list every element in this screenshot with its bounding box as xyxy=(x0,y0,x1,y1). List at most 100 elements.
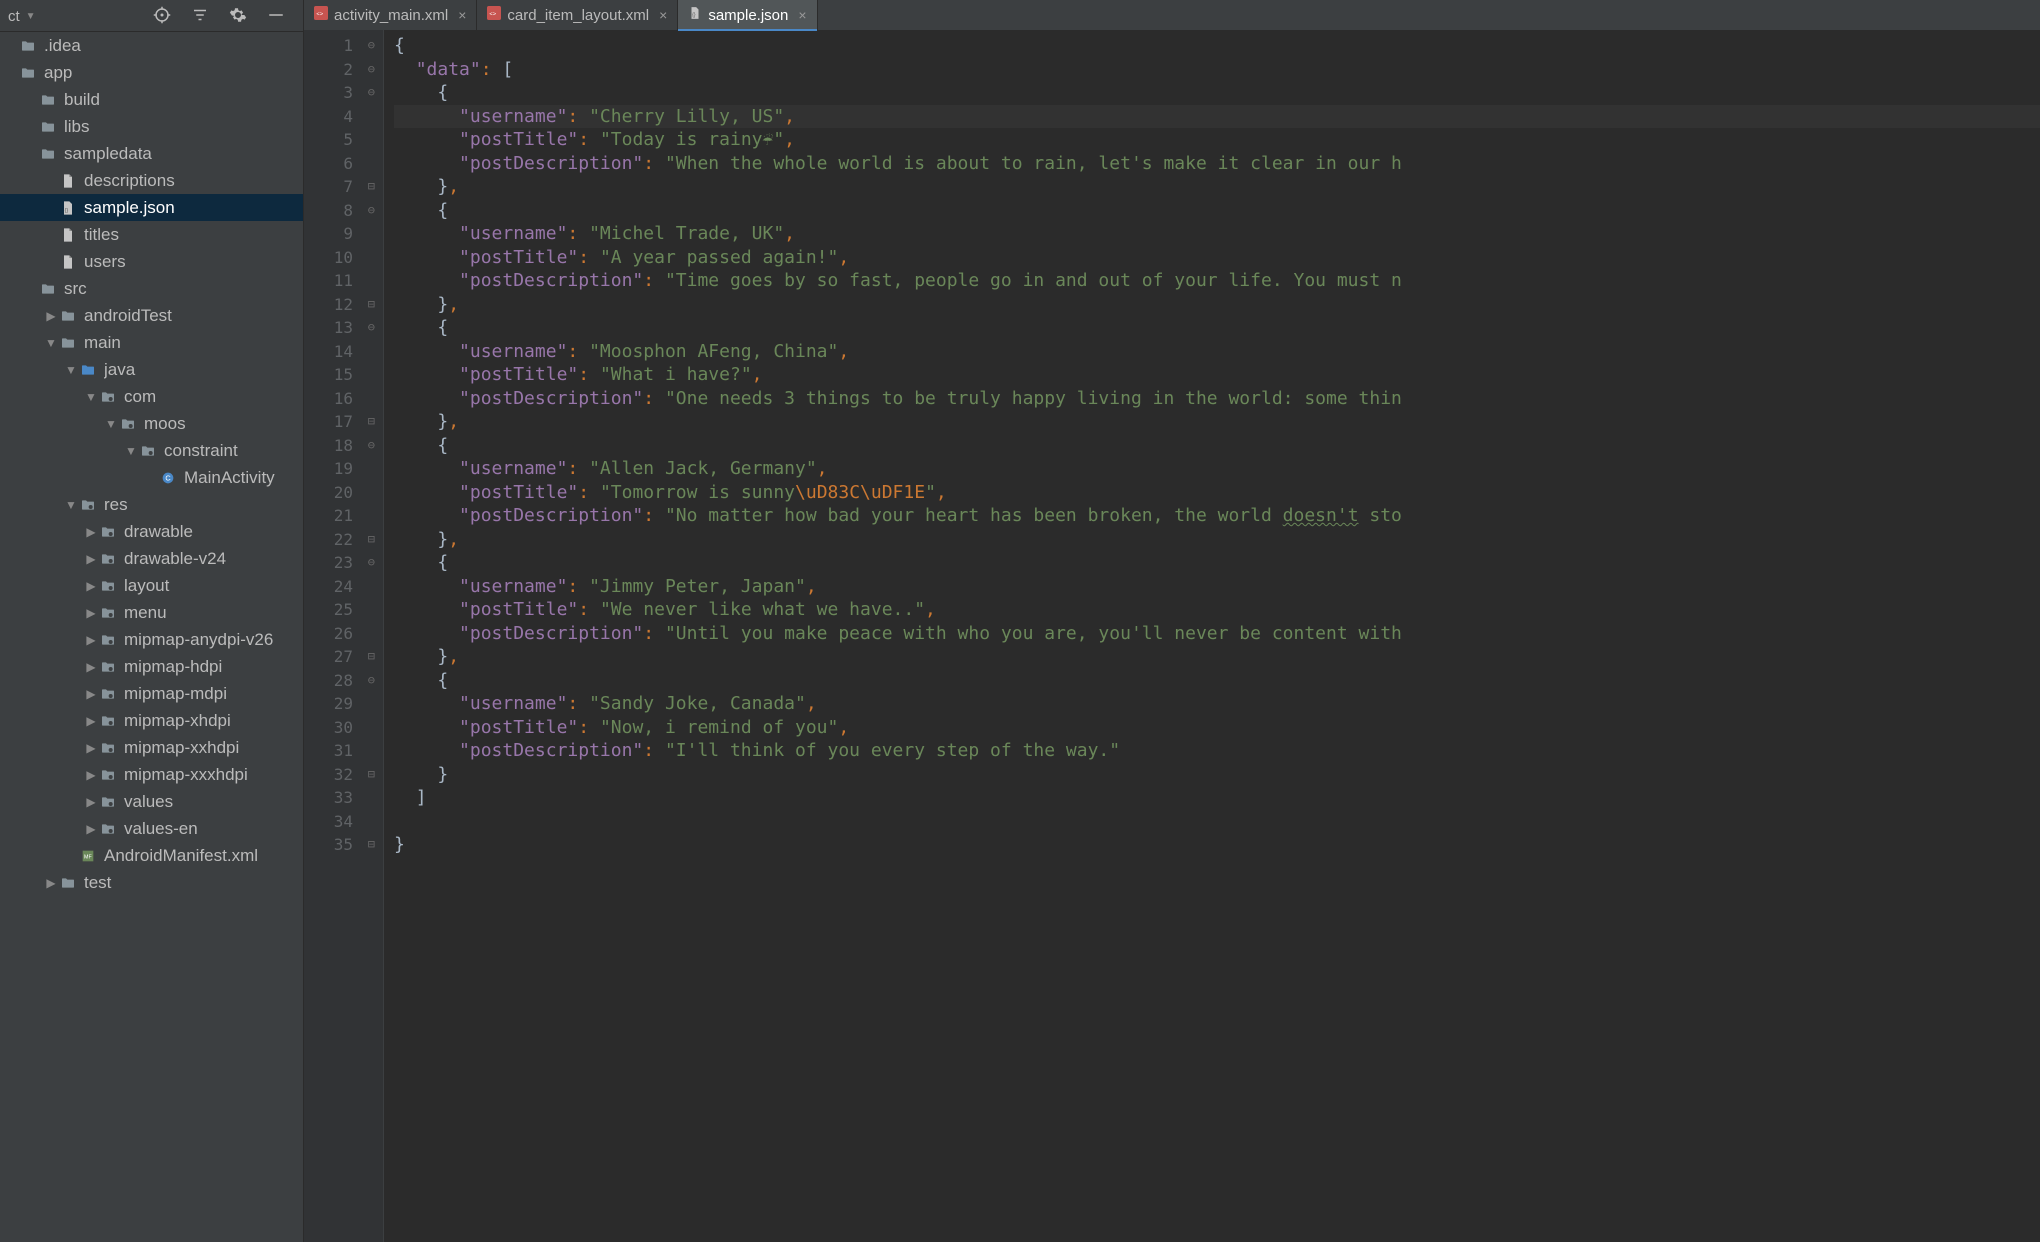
fold-marker[interactable]: ⊟ xyxy=(368,293,375,317)
tree-item-sample-json[interactable]: {}sample.json xyxy=(0,194,303,221)
code-line[interactable]: }, xyxy=(394,175,2040,199)
tree-item-users[interactable]: users xyxy=(0,248,303,275)
fold-marker[interactable]: ⊟ xyxy=(368,528,375,552)
chevron-icon[interactable] xyxy=(104,417,118,431)
chevron-icon[interactable] xyxy=(84,741,98,755)
code-line[interactable]: }, xyxy=(394,410,2040,434)
filter-icon[interactable] xyxy=(191,6,209,28)
code-line[interactable]: }, xyxy=(394,528,2040,552)
tree-item-moos[interactable]: moos xyxy=(0,410,303,437)
fold-marker[interactable]: ⊖ xyxy=(368,669,375,693)
tree-item-test[interactable]: test xyxy=(0,869,303,896)
fold-marker[interactable]: ⊖ xyxy=(368,81,375,105)
gear-icon[interactable] xyxy=(229,6,247,28)
code-line[interactable]: "postTitle": "We never like what we have… xyxy=(394,598,2040,622)
chevron-icon[interactable] xyxy=(84,660,98,674)
code-line[interactable]: "data": [ xyxy=(394,58,2040,82)
code-line[interactable]: "postTitle": "Tomorrow is sunny\uD83C\uD… xyxy=(394,481,2040,505)
chevron-icon[interactable] xyxy=(84,822,98,836)
tree-item-titles[interactable]: titles xyxy=(0,221,303,248)
code-line[interactable]: "postDescription": "No matter how bad yo… xyxy=(394,504,2040,528)
tree-item-build[interactable]: build xyxy=(0,86,303,113)
chevron-icon[interactable] xyxy=(84,633,98,647)
code-line[interactable]: { xyxy=(394,199,2040,223)
project-sidebar[interactable]: ct ▼ .ideaappbuildlibssampledatadescript… xyxy=(0,0,304,1242)
code-line[interactable]: } xyxy=(394,833,2040,857)
code-line[interactable]: } xyxy=(394,763,2040,787)
code-line[interactable]: ] xyxy=(394,786,2040,810)
fold-marker[interactable]: ⊖ xyxy=(368,316,375,340)
chevron-icon[interactable] xyxy=(64,363,78,377)
target-icon[interactable] xyxy=(153,6,171,28)
code-line[interactable]: { xyxy=(394,316,2040,340)
tree-item-app[interactable]: app xyxy=(0,59,303,86)
tree-item-sampledata[interactable]: sampledata xyxy=(0,140,303,167)
tree-item-values-en[interactable]: values-en xyxy=(0,815,303,842)
tree-item-mipmap-anydpi-v26[interactable]: mipmap-anydpi-v26 xyxy=(0,626,303,653)
chevron-down-icon[interactable]: ▼ xyxy=(26,11,36,22)
code-line[interactable]: "postDescription": "I'll think of you ev… xyxy=(394,739,2040,763)
code-line[interactable]: "postDescription": "Until you make peace… xyxy=(394,622,2040,646)
code-line[interactable]: { xyxy=(394,81,2040,105)
fold-marker[interactable]: ⊟ xyxy=(368,175,375,199)
code-line[interactable]: }, xyxy=(394,645,2040,669)
fold-marker[interactable]: ⊟ xyxy=(368,645,375,669)
code-line[interactable]: "postTitle": "A year passed again!", xyxy=(394,246,2040,270)
chevron-icon[interactable] xyxy=(84,714,98,728)
fold-marker[interactable]: ⊖ xyxy=(368,34,375,58)
tree-item-androidmanifest-xml[interactable]: MFAndroidManifest.xml xyxy=(0,842,303,869)
code-line[interactable]: { xyxy=(394,551,2040,575)
tree-item-mainactivity[interactable]: CMainActivity xyxy=(0,464,303,491)
fold-marker[interactable]: ⊟ xyxy=(368,410,375,434)
chevron-icon[interactable] xyxy=(84,768,98,782)
tree-item-res[interactable]: res xyxy=(0,491,303,518)
code-line[interactable]: "username": "Allen Jack, Germany", xyxy=(394,457,2040,481)
tree-item-constraint[interactable]: constraint xyxy=(0,437,303,464)
code-line[interactable]: "username": "Michel Trade, UK", xyxy=(394,222,2040,246)
fold-marker[interactable]: ⊖ xyxy=(368,551,375,575)
code-line[interactable]: "postTitle": "What i have?", xyxy=(394,363,2040,387)
code-line[interactable]: { xyxy=(394,434,2040,458)
collapse-icon[interactable] xyxy=(267,6,285,28)
fold-marker[interactable]: ⊟ xyxy=(368,763,375,787)
tree-item-values[interactable]: values xyxy=(0,788,303,815)
tree-item-layout[interactable]: layout xyxy=(0,572,303,599)
code-line[interactable]: "postDescription": "One needs 3 things t… xyxy=(394,387,2040,411)
close-icon[interactable]: × xyxy=(794,7,806,23)
editor-body[interactable]: 1234567891011121314151617181920212223242… xyxy=(304,30,2040,1242)
code-line[interactable] xyxy=(394,810,2040,834)
chevron-icon[interactable] xyxy=(84,525,98,539)
code-line[interactable]: { xyxy=(394,669,2040,693)
code-line[interactable]: "postDescription": "Time goes by so fast… xyxy=(394,269,2040,293)
close-icon[interactable]: × xyxy=(454,7,466,23)
chevron-icon[interactable] xyxy=(44,876,58,890)
code-line[interactable]: "postDescription": "When the whole world… xyxy=(394,152,2040,176)
tab-activity-main-xml[interactable]: <>activity_main.xml× xyxy=(304,0,477,30)
tree-item--idea[interactable]: .idea xyxy=(0,32,303,59)
code-area[interactable]: { "data": [ { "username": "Cherry Lilly,… xyxy=(384,30,2040,1242)
fold-marker[interactable]: ⊖ xyxy=(368,58,375,82)
tree-item-mipmap-mdpi[interactable]: mipmap-mdpi xyxy=(0,680,303,707)
code-line[interactable]: "postTitle": "Now, i remind of you", xyxy=(394,716,2040,740)
tree-item-androidtest[interactable]: androidTest xyxy=(0,302,303,329)
chevron-icon[interactable] xyxy=(84,552,98,566)
tree-item-descriptions[interactable]: descriptions xyxy=(0,167,303,194)
chevron-icon[interactable] xyxy=(84,687,98,701)
chevron-icon[interactable] xyxy=(44,336,58,350)
tree-item-drawable-v24[interactable]: drawable-v24 xyxy=(0,545,303,572)
code-line[interactable]: "username": "Sandy Joke, Canada", xyxy=(394,692,2040,716)
code-line[interactable]: "postTitle": "Today is rainy☔", xyxy=(394,128,2040,152)
tree-item-libs[interactable]: libs xyxy=(0,113,303,140)
code-line[interactable]: "username": "Moosphon AFeng, China", xyxy=(394,340,2040,364)
chevron-icon[interactable] xyxy=(64,498,78,512)
tree-item-java[interactable]: java xyxy=(0,356,303,383)
chevron-icon[interactable] xyxy=(44,309,58,323)
tab-sample-json[interactable]: {}sample.json× xyxy=(678,0,817,30)
chevron-icon[interactable] xyxy=(124,444,138,458)
chevron-icon[interactable] xyxy=(84,579,98,593)
code-line[interactable]: "username": "Jimmy Peter, Japan", xyxy=(394,575,2040,599)
fold-marker[interactable]: ⊖ xyxy=(368,199,375,223)
tree-item-drawable[interactable]: drawable xyxy=(0,518,303,545)
tree-item-mipmap-xxhdpi[interactable]: mipmap-xxhdpi xyxy=(0,734,303,761)
code-line[interactable]: "username": "Cherry Lilly, US", xyxy=(394,105,2040,129)
